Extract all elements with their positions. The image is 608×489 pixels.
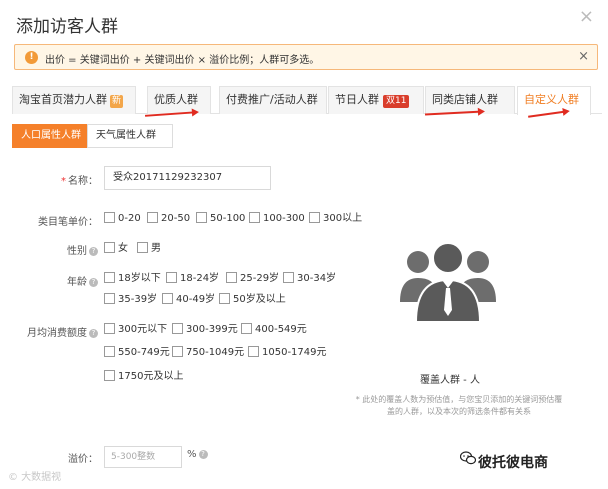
name-label: * 名称：: [61, 176, 98, 187]
premium-unit: %?: [187, 449, 208, 460]
notice-text: 出价 = 关键词出价 + 关键词出价 × 溢价比例；人群可多选。: [45, 55, 320, 66]
age-option[interactable]: 35-39岁: [104, 293, 157, 307]
wechat-icon: [460, 451, 476, 465]
close-dialog-button[interactable]: ×: [579, 8, 594, 26]
coverage-note: * 此处的覆盖人数为预估值，与您宝贝添加的关键词预估覆盖的人群，以及本次的筛选条…: [355, 395, 563, 416]
new-badge: 新: [110, 95, 124, 108]
checkbox[interactable]: [309, 212, 320, 223]
age-option[interactable]: 40-49岁: [162, 293, 215, 307]
double11-badge: 双11: [383, 95, 410, 108]
checkbox[interactable]: [283, 272, 294, 283]
notice-banner: ! 出价 = 关键词出价 + 关键词出价 × 溢价比例；人群可多选。 ×: [14, 44, 598, 70]
monthly-spend-label: 月均消费额度?: [6, 324, 98, 339]
tab-label: 淘宝首页潜力人群: [19, 93, 107, 106]
checkbox[interactable]: [104, 212, 115, 223]
checkbox[interactable]: [196, 212, 207, 223]
tab-homepage-potential[interactable]: 淘宝首页潜力人群新: [12, 86, 136, 114]
checkbox[interactable]: [104, 242, 115, 253]
spend-option[interactable]: 400-549元: [241, 323, 307, 337]
age-option[interactable]: 18-24岁: [166, 272, 219, 286]
tab-similar-shop[interactable]: 同类店铺人群: [425, 86, 515, 114]
category-option[interactable]: 100-300: [249, 212, 305, 226]
checkbox[interactable]: [137, 242, 148, 253]
age-label: 年龄?: [40, 273, 98, 288]
add-visitor-crowd-dialog: 添加访客人群 × ! 出价 = 关键词出价 + 关键词出价 × 溢价比例；人群可…: [0, 0, 608, 489]
tab-label: 自定义人群: [524, 93, 579, 106]
crowd-tabs: 淘宝首页潜力人群新 优质人群 付费推广/活动人群 节日人群 双11 同类店铺人群 …: [12, 86, 602, 115]
category-option[interactable]: 0-20: [104, 212, 141, 226]
watermark-right: 彼托彼电商: [478, 455, 548, 471]
spend-option[interactable]: 300元以下: [104, 323, 167, 337]
premium-label: 溢价：: [68, 454, 98, 465]
help-icon[interactable]: ?: [89, 328, 98, 338]
checkbox[interactable]: [226, 272, 237, 283]
checkbox[interactable]: [147, 212, 158, 223]
category-option[interactable]: 50-100: [196, 212, 245, 226]
checkbox[interactable]: [219, 293, 230, 304]
coverage-count: 覆盖人群 - 人: [420, 375, 480, 386]
premium-input[interactable]: 5-300整数: [104, 446, 182, 468]
checkbox[interactable]: [172, 346, 183, 357]
category-price-label: 类目笔单价：: [38, 217, 98, 228]
dialog-title: 添加访客人群: [16, 17, 118, 37]
required-mark: *: [61, 176, 66, 187]
age-option[interactable]: 30-34岁: [283, 272, 336, 286]
checkbox[interactable]: [162, 293, 173, 304]
help-icon[interactable]: ?: [89, 246, 98, 256]
checkbox[interactable]: [104, 370, 115, 381]
age-option[interactable]: 50岁及以上: [219, 293, 286, 307]
checkbox[interactable]: [104, 272, 115, 283]
category-option[interactable]: 20-50: [147, 212, 190, 226]
checkbox[interactable]: [104, 346, 115, 357]
age-option[interactable]: 25-29岁: [226, 272, 279, 286]
spend-option[interactable]: 1750元及以上: [104, 370, 183, 384]
spend-option[interactable]: 750-1049元: [172, 346, 244, 360]
spend-option[interactable]: 1050-1749元: [248, 346, 327, 360]
name-input[interactable]: 受众20171129232307: [104, 166, 271, 190]
gender-option[interactable]: 男: [137, 242, 161, 256]
checkbox[interactable]: [104, 323, 115, 334]
tab-holiday[interactable]: 节日人群 双11: [328, 86, 424, 114]
checkbox[interactable]: [249, 212, 260, 223]
tab-label: 节日人群: [335, 93, 379, 106]
checkbox[interactable]: [241, 323, 252, 334]
help-icon[interactable]: ?: [198, 449, 208, 459]
checkbox[interactable]: [166, 272, 177, 283]
tab-label: 同类店铺人群: [432, 93, 498, 106]
subtab-demographic[interactable]: 人口属性人群: [12, 124, 87, 148]
checkbox[interactable]: [104, 293, 115, 304]
info-icon: !: [25, 51, 38, 64]
subtab-weather[interactable]: 天气属性人群: [87, 124, 173, 148]
spend-option[interactable]: 550-749元: [104, 346, 170, 360]
category-option[interactable]: 300以上: [309, 212, 362, 226]
gender-label: 性别?: [40, 242, 98, 257]
age-option[interactable]: 18岁以下: [104, 272, 161, 286]
tab-label: 付费推广/活动人群: [226, 93, 318, 106]
gender-option[interactable]: 女: [104, 242, 128, 256]
notice-close-button[interactable]: ×: [578, 49, 589, 64]
crowd-people-icon: [400, 242, 496, 322]
checkbox[interactable]: [248, 346, 259, 357]
help-icon[interactable]: ?: [89, 277, 98, 287]
checkbox[interactable]: [172, 323, 183, 334]
spend-option[interactable]: 300-399元: [172, 323, 238, 337]
watermark-left: © 大数据视: [8, 472, 62, 483]
tab-paid-promotion[interactable]: 付费推广/活动人群: [219, 86, 327, 114]
tab-custom[interactable]: 自定义人群: [517, 86, 591, 115]
tab-label: 优质人群: [154, 93, 198, 106]
tab-quality[interactable]: 优质人群: [147, 86, 211, 114]
